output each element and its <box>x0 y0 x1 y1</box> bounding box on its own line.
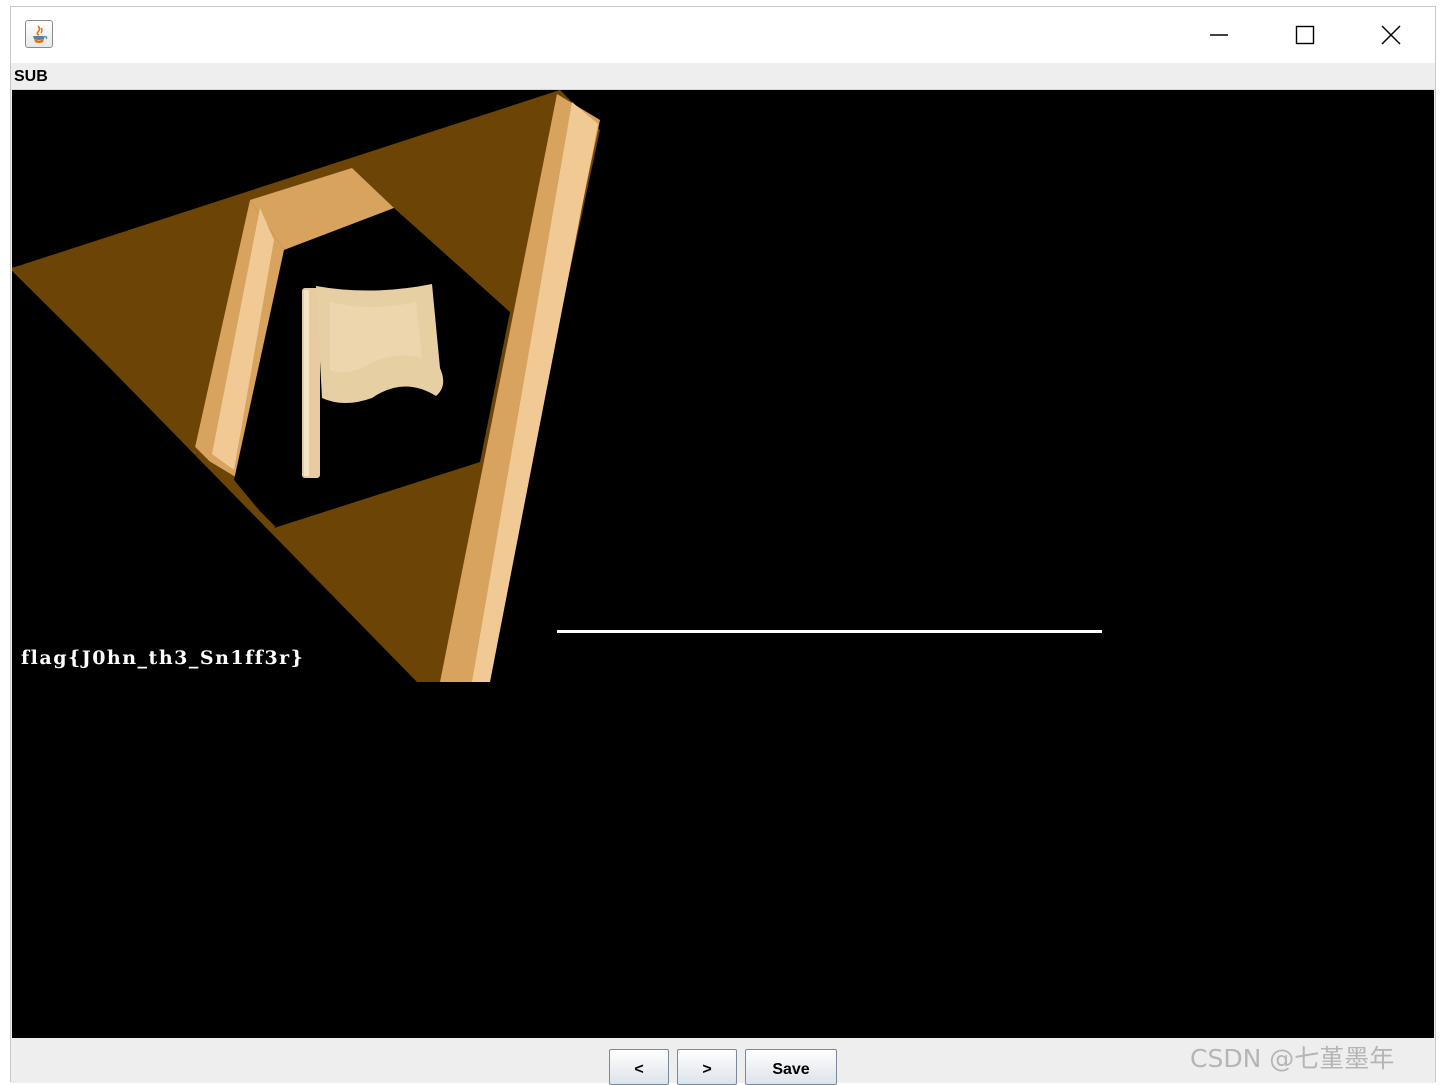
save-button[interactable]: Save <box>745 1049 837 1085</box>
title-bar[interactable] <box>11 7 1435 63</box>
next-button[interactable]: > <box>677 1049 737 1085</box>
maximize-button[interactable] <box>1262 7 1348 63</box>
background-edge <box>0 0 10 1082</box>
app-window: SUB flag{J0hn_th3_Sn1ff3r} < > Save <box>10 6 1436 1085</box>
watermark-text: CSDN @七堇墨年 <box>1190 1044 1395 1073</box>
minimize-icon <box>1210 34 1228 36</box>
close-icon <box>1381 25 1401 45</box>
menu-bar: SUB <box>11 63 1435 90</box>
previous-button[interactable]: < <box>609 1049 669 1085</box>
menu-item-sub[interactable]: SUB <box>14 68 48 86</box>
minimize-button[interactable] <box>1176 7 1262 63</box>
java-coffee-cup-icon[interactable] <box>25 20 53 48</box>
image-canvas: flag{J0hn_th3_Sn1ff3r} <box>12 90 1434 1038</box>
close-button[interactable] <box>1348 7 1434 63</box>
white-divider-line <box>557 630 1102 633</box>
flag-text: flag{J0hn_th3_Sn1ff3r} <box>21 647 305 669</box>
flag-emblem-icon <box>12 90 600 682</box>
maximize-icon <box>1295 25 1315 45</box>
